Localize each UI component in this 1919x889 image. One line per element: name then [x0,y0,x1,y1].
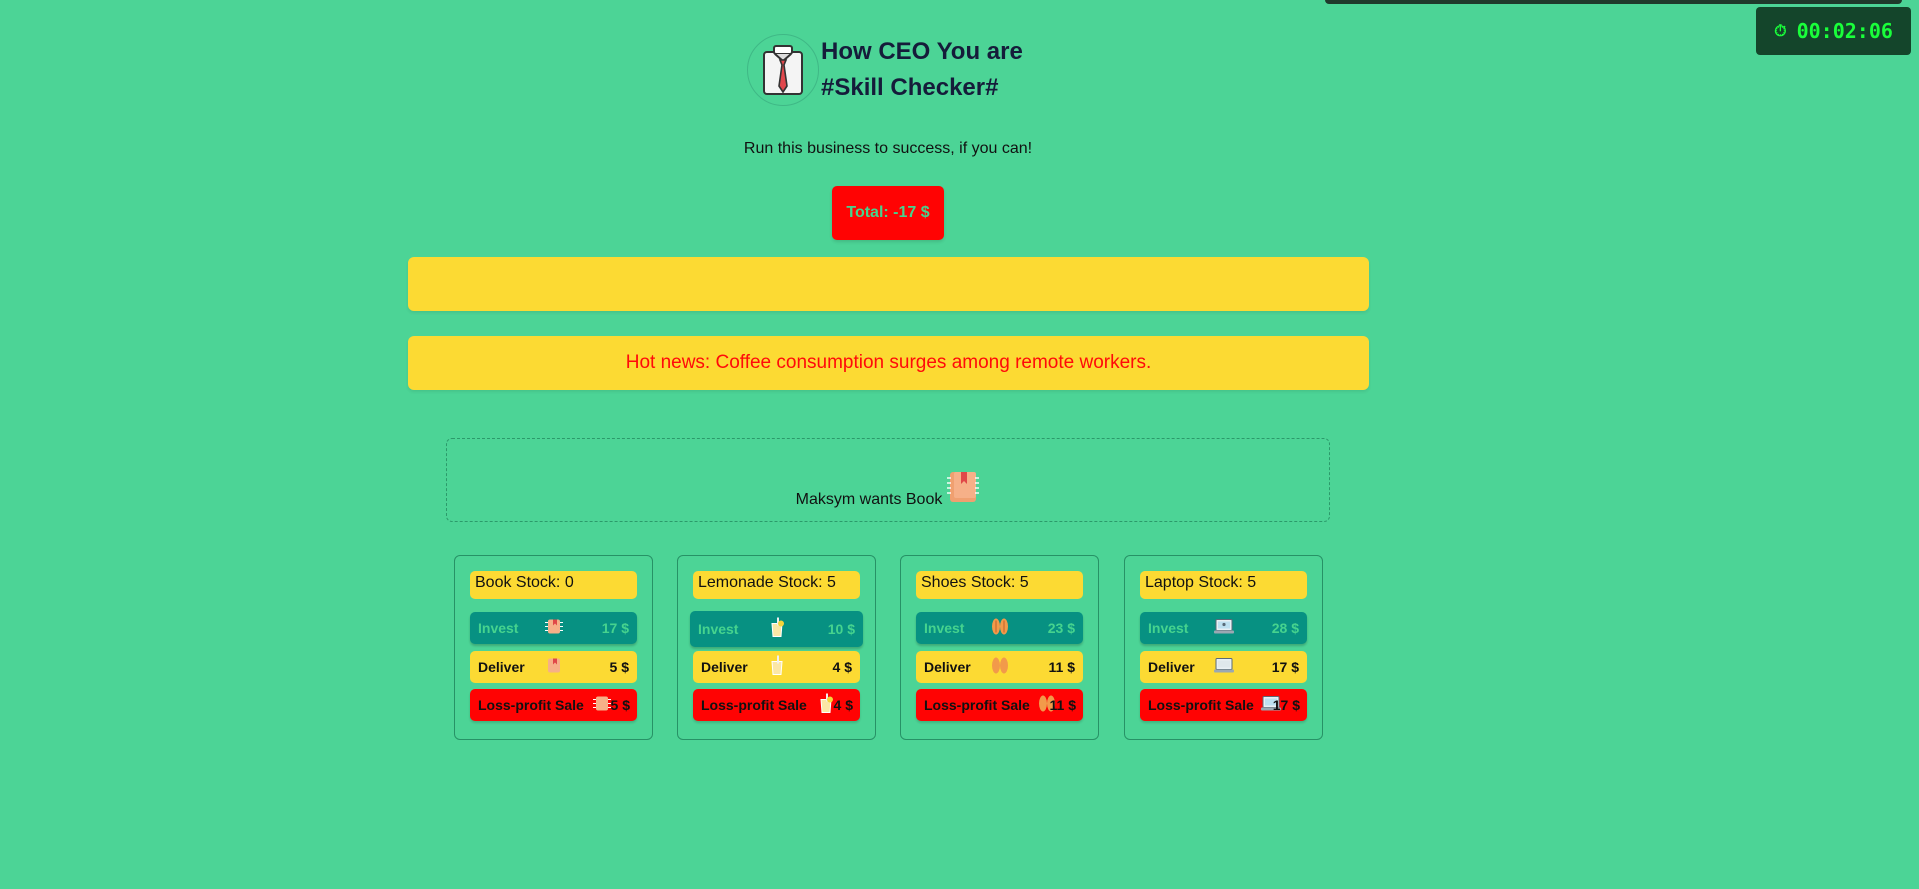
invest-price: 28 $ [1271,620,1299,636]
customer-request: Maksym wants Book [446,438,1330,522]
top-dark-bar [1325,0,1902,4]
page-title: How CEO You are #Skill Checker# [821,34,1023,106]
deliver-button[interactable]: Deliver 5 $ [470,651,637,683]
sale-price: 4 $ [833,697,853,713]
invest-label: Invest [924,620,965,636]
product-card-shoes: Shoes Stock: 5 Invest 23 $ Deliver 11 $ … [900,555,1099,740]
invest-label: Invest [478,620,519,636]
book-icon [946,470,980,509]
product-card-book: Book Stock: 0 Invest 17 $ Deliver 5 $ Lo… [454,555,653,740]
loss-profit-sale-button[interactable]: Loss-profit Sale 5 $ [470,689,637,721]
invest-price: 23 $ [1047,620,1075,636]
game-timer: ⏱ 00:02:06 [1756,7,1911,55]
invest-button[interactable]: Invest 17 $ [470,612,637,644]
lemonade-icon [769,655,785,679]
loss-profit-sale-button[interactable]: Loss-profit Sale 11 $ [916,689,1083,721]
invest-label: Invest [1148,620,1189,636]
total-balance: Total: -17 $ [832,186,944,240]
deliver-label: Deliver [1148,659,1195,675]
deliver-button[interactable]: Deliver 17 $ [1140,651,1307,683]
shoes-icon [990,618,1010,639]
shirt-tie-icon [747,34,819,106]
book-icon [545,657,563,678]
sale-label: Loss-profit Sale [701,697,807,713]
deliver-price: 17 $ [1271,659,1299,675]
message-banner [408,257,1369,311]
stock-label: Lemonade Stock: 5 [693,571,860,599]
deliver-price: 5 $ [609,659,629,675]
laptop-icon [1213,619,1234,638]
title-line-2: #Skill Checker# [821,74,999,101]
deliver-label: Deliver [478,659,525,675]
timer-value: 00:02:06 [1796,19,1893,43]
invest-label: Invest [698,621,739,637]
sale-price: 11 $ [1049,697,1076,713]
invest-price: 10 $ [827,621,855,637]
deliver-label: Deliver [924,659,971,675]
deliver-label: Deliver [701,659,748,675]
news-banner: Hot news: Coffee consumption surges amon… [408,336,1369,390]
invest-button[interactable]: Invest 10 $ [690,611,863,647]
sale-label: Loss-profit Sale [1148,697,1254,713]
laptop-icon [1213,658,1234,677]
deliver-button[interactable]: Deliver 4 $ [693,651,860,683]
invest-button[interactable]: Invest 23 $ [916,612,1083,644]
header: How CEO You are #Skill Checker# [747,34,1023,106]
sale-price: 17 $ [1272,697,1300,713]
stock-label: Laptop Stock: 5 [1140,571,1307,599]
product-card-lemonade: Lemonade Stock: 5 Invest 10 $ Deliver 4 … [677,555,876,740]
lemonade-icon [769,617,785,641]
shoes-icon [990,657,1010,678]
deliver-price: 11 $ [1048,659,1075,675]
loss-profit-sale-button[interactable]: Loss-profit Sale 4 $ [693,689,860,721]
stock-label: Shoes Stock: 5 [916,571,1083,599]
stock-label: Book Stock: 0 [470,571,637,599]
sale-label: Loss-profit Sale [924,697,1030,713]
customer-request-text: Maksym wants Book [795,491,943,508]
invest-price: 17 $ [601,620,629,636]
product-card-laptop: Laptop Stock: 5 Invest 28 $ Deliver 17 $… [1124,555,1323,740]
lemonade-icon [818,693,834,717]
sale-label: Loss-profit Sale [478,697,584,713]
deliver-price: 4 $ [832,659,852,675]
deliver-button[interactable]: Deliver 11 $ [916,651,1083,683]
stopwatch-icon: ⏱ [1774,21,1787,40]
title-line-1: How CEO You are [821,38,1023,65]
book-icon [544,618,563,639]
book-icon [593,695,611,716]
sale-price: 5 $ [610,697,630,713]
loss-profit-sale-button[interactable]: Loss-profit Sale 17 $ [1140,689,1307,721]
invest-button[interactable]: Invest 28 $ [1140,612,1307,644]
subtitle: Run this business to success, if you can… [743,140,1033,157]
